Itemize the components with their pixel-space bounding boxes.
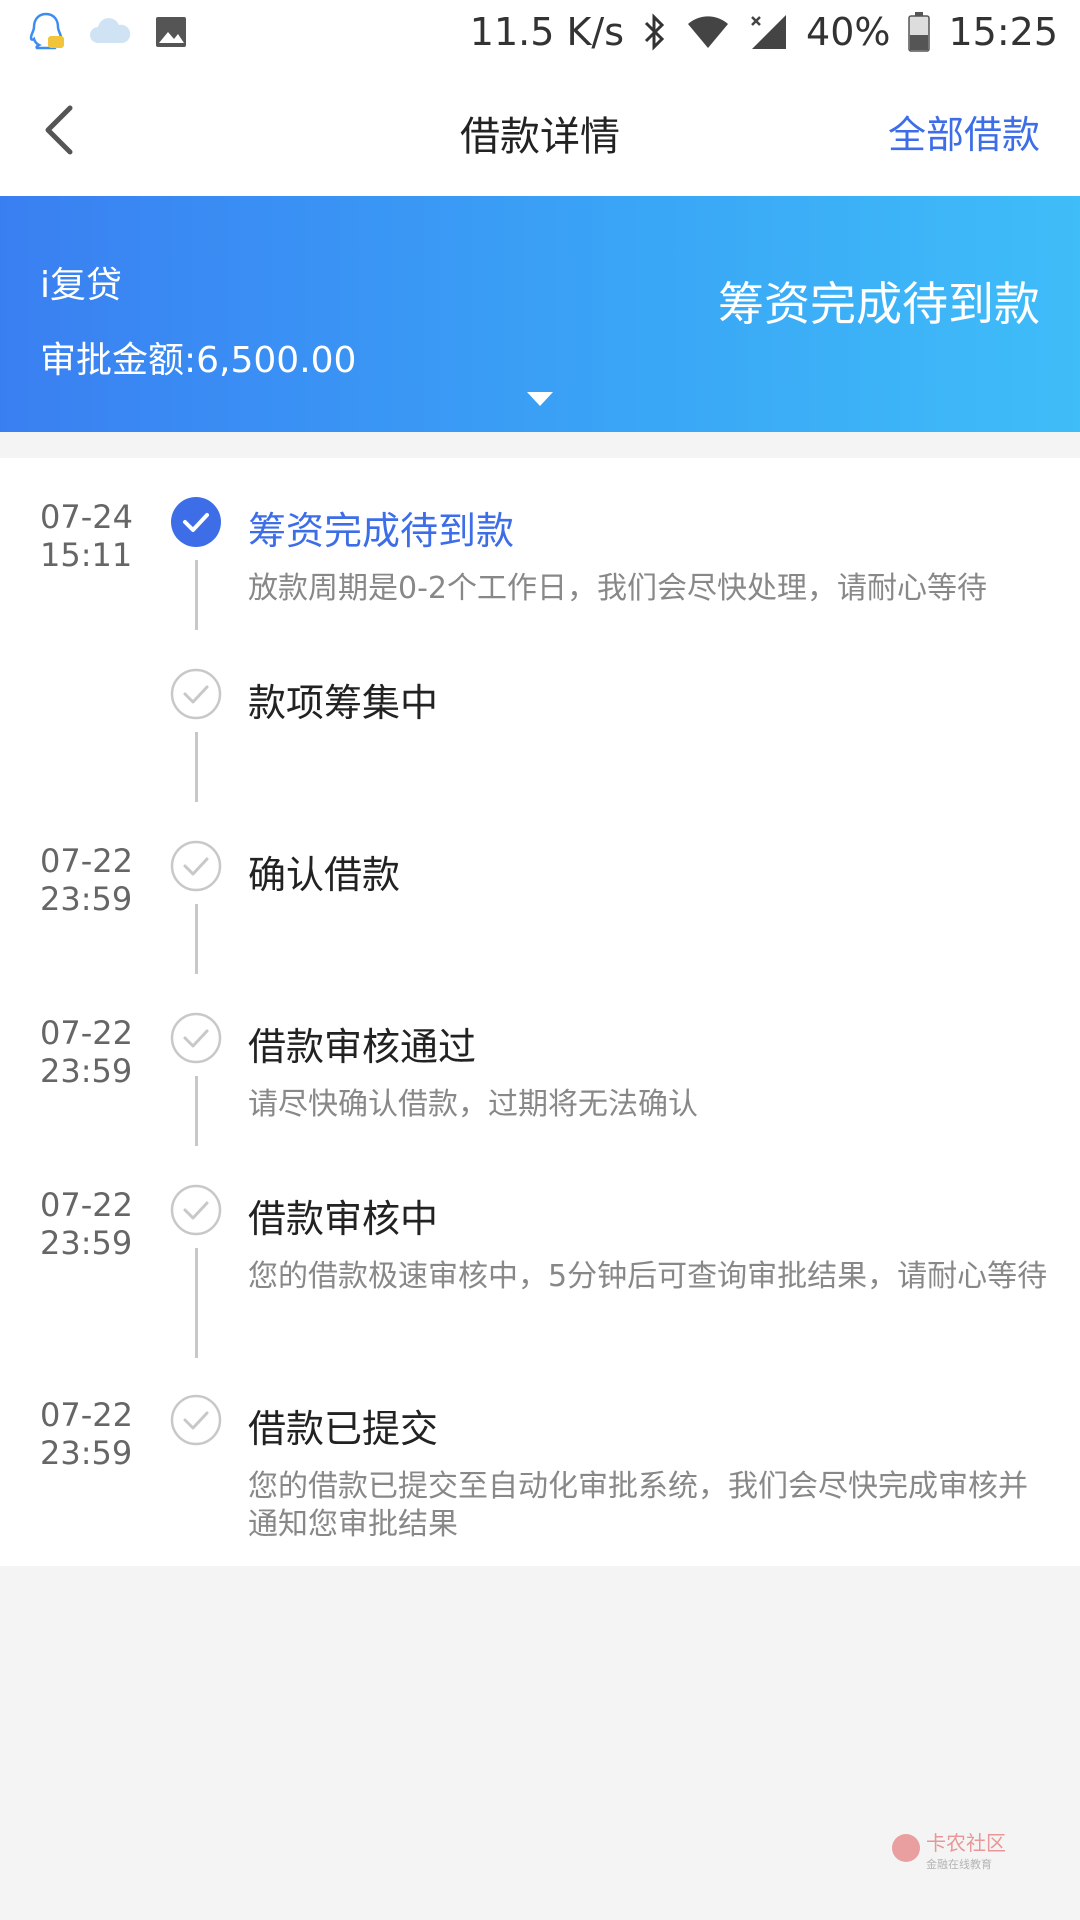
step-datetime: 07-22 23:59: [40, 1186, 170, 1262]
step-title: 确认借款: [248, 853, 401, 897]
status-bar: 11.5 K/s 40% 15:25: [0, 0, 1080, 64]
signal-icon: [751, 15, 787, 49]
step-datetime: 07-22 23:59: [40, 1014, 170, 1090]
timeline-connector: [195, 1248, 198, 1358]
check-outline-icon: [170, 1012, 222, 1064]
timeline-connector: [195, 1076, 198, 1146]
network-speed: 11.5 K/s: [469, 10, 625, 54]
step-time: 23:59: [40, 1052, 133, 1090]
step-desc: 您的借款极速审核中，5分钟后可查询审批结果，请耐心等待: [248, 1259, 1048, 1294]
step-time: 23:59: [40, 1224, 133, 1262]
all-loans-link[interactable]: 全部借款: [888, 104, 1040, 159]
step-desc: 请尽快确认借款，过期将无法确认: [248, 1087, 698, 1122]
timeline-connector: [195, 904, 198, 974]
cloud-icon: [90, 18, 131, 43]
step-date: 07-22: [40, 1186, 133, 1224]
step-date: 07-22: [40, 842, 133, 880]
check-outline-icon: [170, 1184, 222, 1236]
watermark-brand: 卡农社区: [926, 1831, 1006, 1855]
check-outline-icon: [170, 840, 222, 892]
nav-bar: 借款详情 全部借款: [0, 64, 1080, 196]
step-datetime: 07-22 23:59: [40, 842, 170, 918]
timeline-connector: [195, 732, 198, 802]
expand-caret-icon[interactable]: [527, 392, 553, 406]
loan-status: 筹资完成待到款: [718, 277, 1040, 331]
step-date: 07-24: [40, 498, 133, 536]
step-title: 款项筹集中: [248, 681, 439, 725]
step-title: 借款审核中: [248, 1197, 439, 1241]
step-time: 23:59: [40, 880, 133, 918]
timeline-connector: [195, 560, 198, 630]
image-icon: [156, 17, 186, 47]
wifi-icon: [688, 16, 729, 48]
clock: 15:25: [948, 10, 1058, 54]
check-filled-icon: [171, 497, 221, 547]
approved-amount: 审批金额:6,500.00: [40, 340, 357, 381]
step-time: 23:59: [40, 1434, 133, 1472]
step-desc: 放款周期是0-2个工作日，我们会尽快处理，请耐心等待: [248, 571, 987, 606]
step-date: 07-22: [40, 1014, 133, 1052]
step-title: 借款审核通过: [248, 1025, 477, 1069]
product-name: i复贷: [40, 265, 123, 306]
watermark-slogan: 金融在线教育: [926, 1857, 992, 1871]
step-time: 15:11: [40, 536, 133, 574]
battery-icon: [908, 12, 931, 52]
check-outline-icon: [170, 668, 222, 720]
step-desc: 您的借款已提交至自动化审批系统，我们会尽快完成审核并通知您审批结果: [248, 1469, 1028, 1542]
step-title: 借款已提交: [248, 1407, 439, 1451]
qq-icon: [29, 12, 64, 50]
watermark-logo: 卡农社区 金融在线教育: [886, 1816, 1066, 1886]
step-datetime: 07-24 15:11: [40, 498, 170, 574]
progress-timeline: 07-24 15:11 筹资完成待到款 放款周期是0-2个工作日，我们会尽快处理…: [0, 458, 1080, 1566]
check-outline-icon: [170, 1394, 222, 1446]
step-title: 筹资完成待到款: [248, 509, 515, 553]
step-datetime: 07-22 23:59: [40, 1396, 170, 1472]
loan-summary-banner[interactable]: i复贷 审批金额:6,500.00 筹资完成待到款: [0, 196, 1080, 432]
bluetooth-icon: [644, 13, 665, 51]
step-date: 07-22: [40, 1396, 133, 1434]
battery-percent: 40%: [806, 10, 891, 54]
